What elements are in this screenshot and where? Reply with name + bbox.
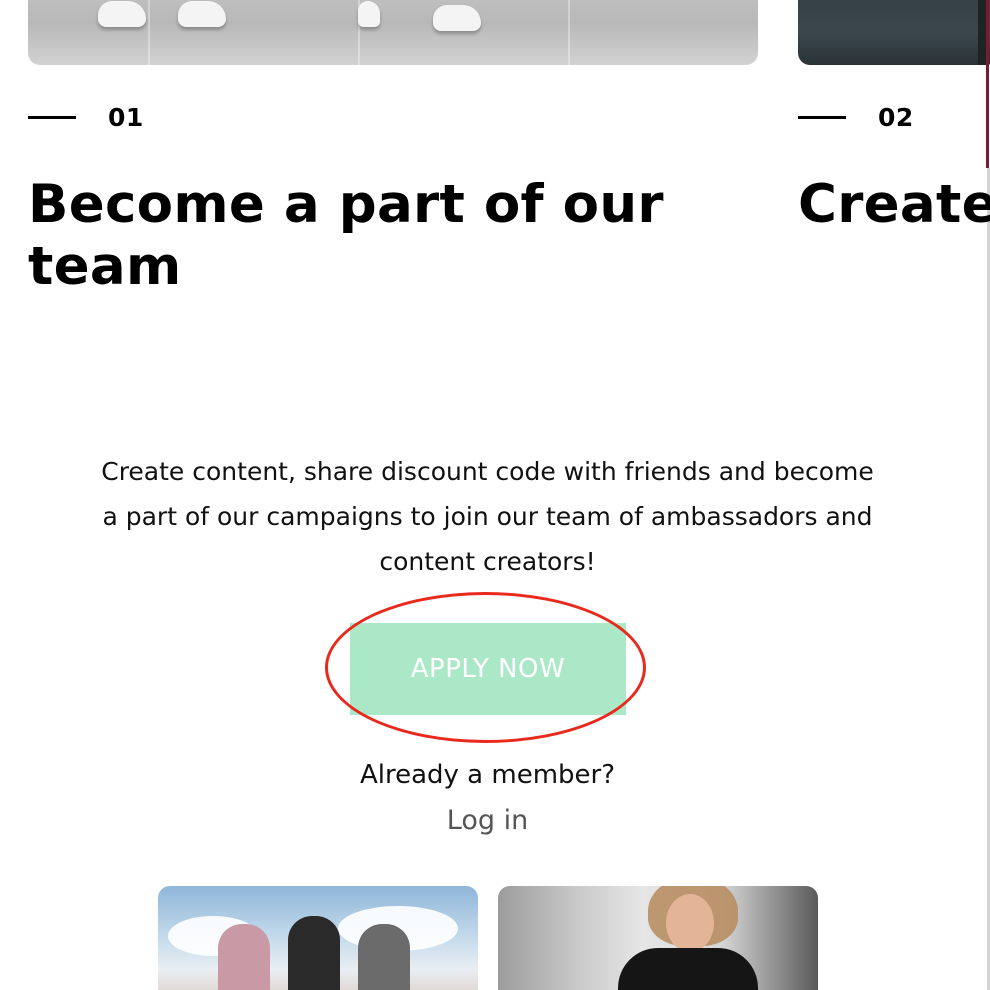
- ambassadors-photo: [158, 886, 478, 990]
- step-2-image: [798, 0, 990, 65]
- step-dash: [798, 116, 846, 119]
- step-2-title-line1: Create: [798, 174, 990, 235]
- login-link[interactable]: Log in: [0, 805, 975, 836]
- step-1-title: Become a part of our team: [28, 174, 664, 298]
- page: 01 Become a part of our team 02 Create C…: [0, 0, 990, 990]
- program-description: Create content, share discount code with…: [101, 457, 874, 576]
- apply-now-button[interactable]: APPLY NOW: [350, 623, 626, 715]
- step-dash: [28, 116, 76, 119]
- already-member-text: Already a member?: [359, 760, 616, 790]
- step-1-title-line2: team: [28, 236, 182, 297]
- scroll-accent-line: [986, 0, 989, 168]
- step-1-title-line1: Become a part of our: [28, 174, 664, 235]
- content-creator-photo: [498, 886, 818, 990]
- step-2-indicator: 02: [798, 103, 914, 132]
- step-1-image: [28, 0, 758, 65]
- step-2-title: Create: [798, 174, 990, 236]
- step-1-indicator: 01: [28, 103, 144, 132]
- step-1-number: 01: [108, 103, 144, 132]
- step-2-number: 02: [878, 103, 914, 132]
